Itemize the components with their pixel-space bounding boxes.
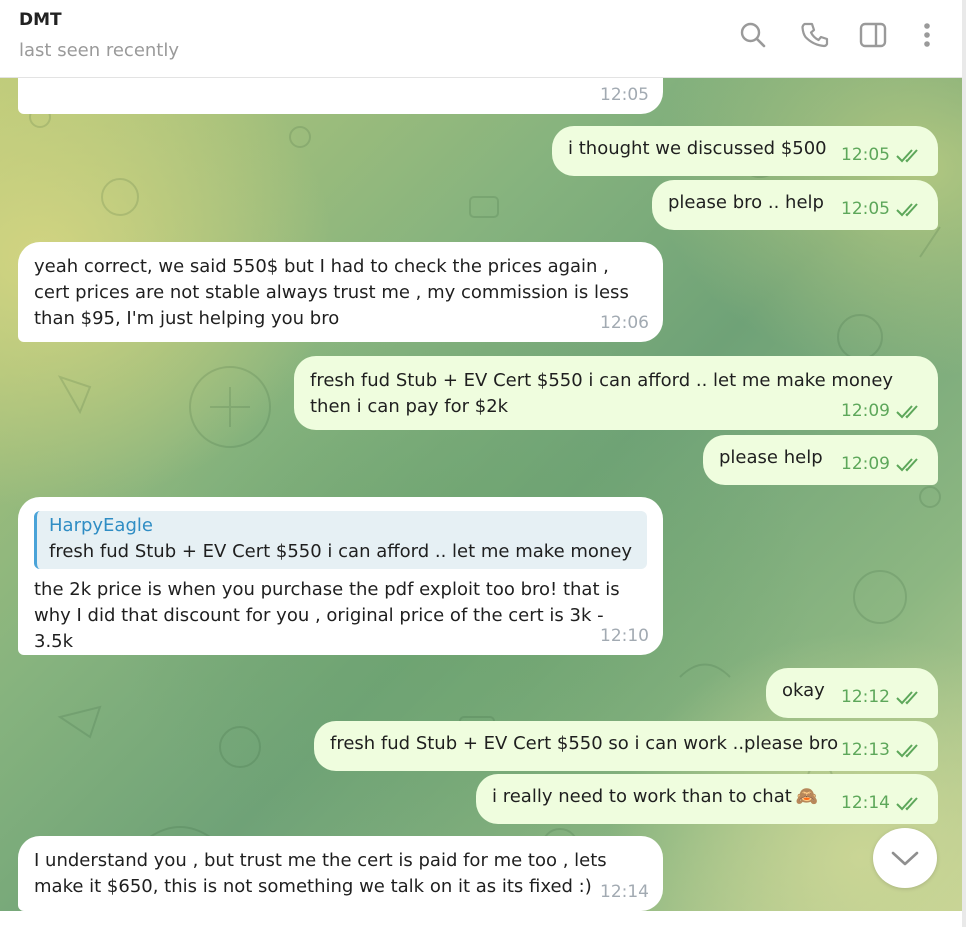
composer-edge xyxy=(0,911,966,927)
message-time: 12:14 xyxy=(841,793,890,813)
message-meta: 12:12 xyxy=(841,684,924,710)
message-time: 12:09 xyxy=(841,454,890,474)
double-check-icon xyxy=(896,456,924,472)
chat-status: last seen recently xyxy=(19,40,180,61)
message-time: 12:14 xyxy=(600,882,649,902)
message-incoming[interactable]: I understand you , but trust me the cert… xyxy=(18,836,663,911)
message-incoming[interactable]: HarpyEagle fresh fud Stub + EV Cert $550… xyxy=(18,497,663,655)
message-meta: 12:13 xyxy=(841,737,924,763)
message-outgoing[interactable]: okay 12:12 xyxy=(766,668,938,718)
message-time: 12:13 xyxy=(841,740,890,760)
message-outgoing[interactable]: fresh fud Stub + EV Cert $550 so i can w… xyxy=(314,721,938,771)
message-time: 12:05 xyxy=(841,145,890,165)
message-meta: 12:05 xyxy=(600,82,649,108)
double-check-icon xyxy=(896,201,924,217)
message-meta: 12:09 xyxy=(841,451,924,477)
sidebar-toggle-icon[interactable] xyxy=(858,20,888,50)
chevron-down-icon xyxy=(891,851,919,866)
message-outgoing[interactable]: please help 12:09 xyxy=(703,435,938,485)
message-meta: 12:14 xyxy=(841,790,924,816)
message-incoming[interactable]: yeah correct, we said 550$ but I had to … xyxy=(18,242,663,342)
message-text: I understand you , but trust me the cert… xyxy=(34,850,607,897)
message-time: 12:10 xyxy=(600,626,649,646)
message-time: 12:05 xyxy=(600,85,649,105)
double-check-icon xyxy=(896,795,924,811)
message-meta: 12:14 xyxy=(600,879,649,905)
chat-title[interactable]: DMT xyxy=(19,10,62,30)
message-time: 12:09 xyxy=(841,401,890,421)
message-outgoing[interactable]: i thought we discussed $500 12:05 xyxy=(552,126,938,176)
message-text: yeah correct, we said 550$ but I had to … xyxy=(34,256,629,329)
double-check-icon xyxy=(896,689,924,705)
window-edge xyxy=(962,0,966,927)
message-text: fresh fud Stub + EV Cert $550 so i can w… xyxy=(330,733,839,754)
chat-header: DMT last seen recently xyxy=(0,0,962,78)
more-vertical-icon[interactable] xyxy=(912,20,942,50)
message-outgoing[interactable]: i really need to work than to chat 🙈 12:1… xyxy=(476,774,938,824)
message-text: the 2k price is when you purchase the pd… xyxy=(34,579,620,652)
phone-icon[interactable] xyxy=(800,20,830,50)
message-time: 12:06 xyxy=(600,313,649,333)
reply-quote[interactable]: HarpyEagle fresh fud Stub + EV Cert $550… xyxy=(34,511,647,569)
message-text: fresh fud Stub + EV Cert $550 i can affo… xyxy=(310,370,894,417)
message-time: 12:05 xyxy=(841,199,890,219)
search-icon[interactable] xyxy=(738,20,768,50)
reply-author: HarpyEagle xyxy=(49,515,153,536)
message-meta: 12:05 xyxy=(841,196,924,222)
see-no-evil-monkey-icon: 🙈 xyxy=(795,786,819,807)
message-meta: 12:10 xyxy=(600,623,649,649)
reply-text: fresh fud Stub + EV Cert $550 i can affo… xyxy=(49,541,637,562)
double-check-icon xyxy=(896,742,924,758)
double-check-icon xyxy=(896,147,924,163)
message-meta: 12:09 xyxy=(841,398,924,424)
message-time: 12:12 xyxy=(841,687,890,707)
message-meta: 12:06 xyxy=(600,310,649,336)
double-check-icon xyxy=(896,403,924,419)
chat-window: DMT last seen recently 12:05 i thought w… xyxy=(0,0,966,927)
scroll-to-bottom-button[interactable] xyxy=(873,828,937,888)
message-meta: 12:05 xyxy=(841,142,924,168)
message-outgoing[interactable]: fresh fud Stub + EV Cert $550 i can affo… xyxy=(294,356,938,430)
message-text: i really need to work than to chat xyxy=(492,786,792,807)
message-outgoing[interactable]: please bro .. help 12:05 xyxy=(652,180,938,230)
